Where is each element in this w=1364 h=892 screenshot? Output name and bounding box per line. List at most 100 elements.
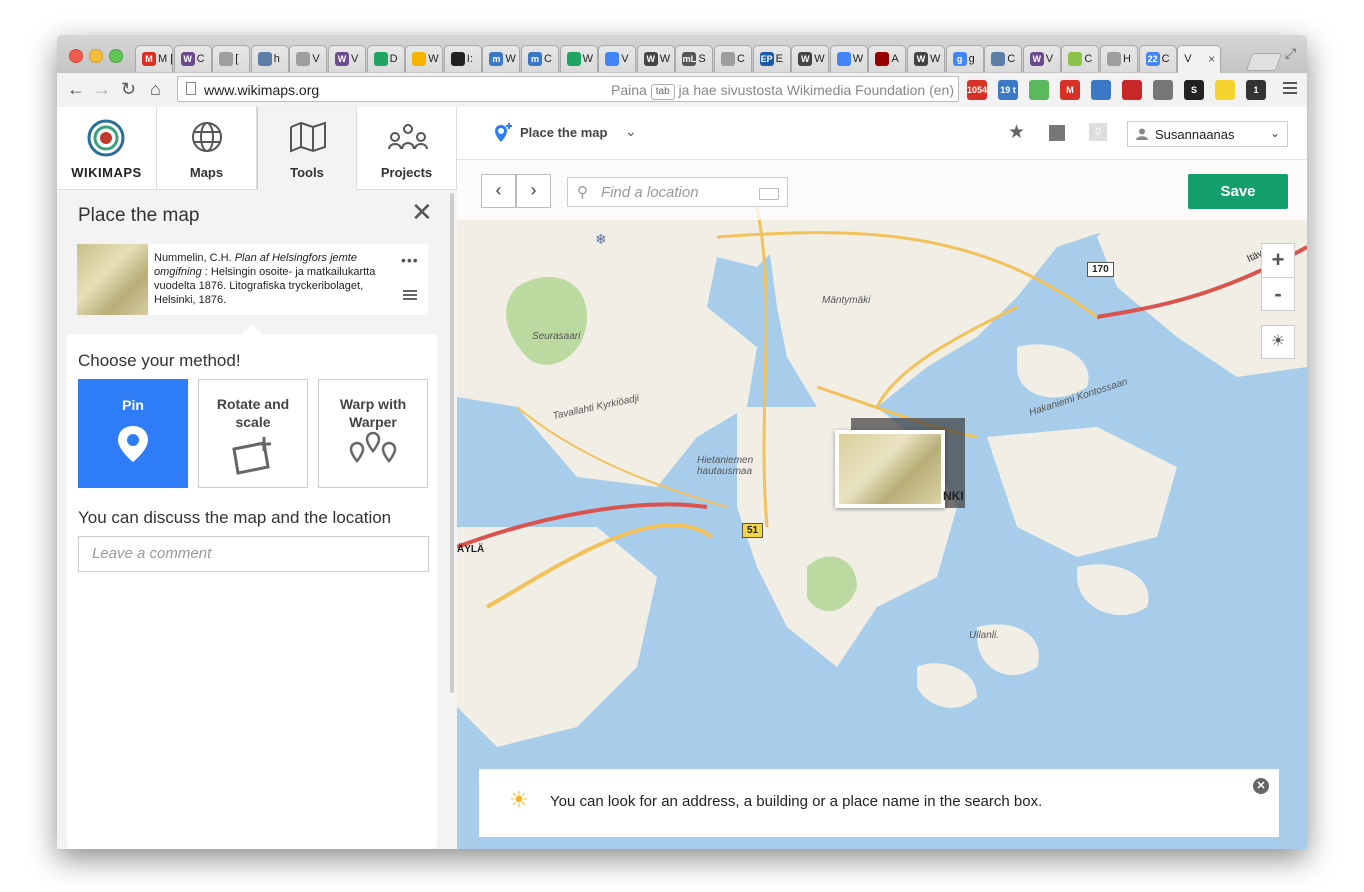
browser-tab[interactable]: MM [	[135, 45, 173, 72]
browser-tab[interactable]: h	[250, 45, 289, 72]
map-thumbnail[interactable]	[77, 244, 148, 315]
browser-tab[interactable]: gg	[945, 45, 984, 72]
tab-favicon-icon: m	[528, 52, 542, 66]
browser-tab[interactable]: [	[212, 45, 251, 72]
browser-tab[interactable]: A	[868, 45, 907, 72]
tab-title: W	[659, 52, 671, 65]
screen-icon[interactable]	[1091, 80, 1111, 100]
yellow-icon[interactable]	[1215, 80, 1235, 100]
browser-tab[interactable]: V	[289, 45, 328, 72]
browser-tab[interactable]: I:	[443, 45, 482, 72]
browser-tab[interactable]: WW	[907, 45, 945, 72]
hint-post: ja hae sivustosta Wikimedia Foundation (…	[678, 82, 954, 98]
puzzle-icon[interactable]	[1122, 80, 1142, 100]
browser-tab[interactable]: 22 C	[1138, 45, 1177, 72]
minimize-window-button[interactable]	[89, 49, 103, 63]
browser-tab[interactable]: W	[405, 45, 444, 72]
chrome-menu-icon[interactable]	[1283, 82, 1297, 97]
tab-title: V	[1184, 52, 1192, 65]
browser-tab[interactable]: mL S	[675, 45, 714, 72]
tab-tools[interactable]: Tools	[257, 107, 357, 190]
close-window-button[interactable]	[69, 49, 83, 63]
redo-button[interactable]: ›	[516, 174, 551, 208]
gmail-icon[interactable]: 1054	[967, 80, 987, 100]
tab-favicon-icon: EP	[759, 52, 774, 66]
back-icon[interactable]: ←	[67, 79, 85, 99]
browser-tab[interactable]: WV	[328, 45, 366, 72]
brightness-button[interactable]: ☀	[1261, 325, 1295, 359]
forward-icon[interactable]: →	[93, 79, 111, 99]
refresh-green-icon[interactable]	[1029, 80, 1049, 100]
browser-tab[interactable]: W	[559, 45, 598, 72]
fullscreen-icon[interactable]: ⤢	[1285, 45, 1296, 62]
stamp-icon[interactable]: S	[1184, 80, 1204, 100]
keyboard-icon[interactable]	[759, 188, 779, 200]
find-location-input[interactable]: ⚲ Find a location	[567, 177, 788, 207]
browser-tab[interactable]: mC	[521, 45, 559, 72]
browser-tab[interactable]: C	[714, 45, 752, 72]
save-button[interactable]: Save	[1188, 174, 1288, 209]
comment-input[interactable]: Leave a comment	[78, 536, 429, 572]
address-bar[interactable]: www.wikimaps.org Paina tab ja hae sivust…	[177, 76, 959, 102]
gmail-small-icon[interactable]: M	[1060, 80, 1080, 100]
browser-tab[interactable]: V	[598, 45, 637, 72]
menu-lines-icon[interactable]	[403, 290, 417, 302]
close-panel-button[interactable]: ✕	[411, 199, 433, 225]
search-icon: ⚲	[577, 184, 588, 201]
more-options-icon[interactable]: •••	[401, 252, 419, 268]
info-bar: ☀ You can look for an address, a buildin…	[479, 769, 1279, 837]
method-warp-button[interactable]: Warp with Warper	[318, 379, 428, 488]
calendar-icon[interactable]: 19 t	[998, 80, 1018, 100]
tab-favicon-icon	[296, 52, 311, 66]
label-hietaniemi: Hietaniemen hautausmaa	[697, 455, 754, 477]
method-rotate-scale-button[interactable]: Rotate and scale	[198, 379, 308, 488]
browser-tab[interactable]: H	[1100, 45, 1138, 72]
close-tab-icon[interactable]: ×	[1208, 52, 1215, 66]
tab-title: W	[505, 52, 516, 65]
star-icon[interactable]: ★	[1008, 121, 1025, 144]
tab-favicon-icon: W	[643, 52, 658, 66]
tab-title: W	[814, 52, 825, 65]
map-overlay-image[interactable]	[835, 430, 945, 508]
find-location-placeholder: Find a location	[601, 184, 699, 201]
label-seurasaari: Seurasaari	[532, 331, 581, 342]
tab-title: [	[235, 52, 239, 65]
tab-title: C	[1007, 52, 1016, 65]
close-info-button[interactable]: ✕	[1253, 778, 1269, 794]
zoom-in-button[interactable]: +	[1262, 244, 1294, 278]
place-map-label[interactable]: Place the map	[520, 125, 607, 140]
chevron-down-icon[interactable]: ⌄	[625, 123, 637, 140]
browser-tab[interactable]: WW	[636, 45, 675, 72]
browser-tab[interactable]: EP E	[752, 45, 791, 72]
browser-tab[interactable]: WC	[173, 45, 212, 72]
user-dropdown[interactable]: Susannaanas ⌄	[1127, 121, 1288, 147]
undo-button[interactable]: ‹	[481, 174, 516, 208]
tag-icon[interactable]	[1153, 80, 1173, 100]
people-icon	[388, 124, 428, 150]
tab-title: S	[698, 52, 706, 65]
sun-icon: ☀	[509, 787, 529, 812]
reload-icon[interactable]: ↻	[121, 79, 136, 99]
browser-tab[interactable]: D	[366, 45, 405, 72]
browser-tab[interactable]: mW	[482, 45, 521, 72]
map-view[interactable]: Mäntymäki Seurasaari Hietaniemen hautaus…	[457, 107, 1307, 849]
home-icon[interactable]: ⌂	[150, 79, 161, 99]
browser-tab[interactable]: WW	[791, 45, 830, 72]
copies-icon[interactable]	[1049, 125, 1065, 141]
tab-active[interactable]: V ×	[1177, 45, 1222, 73]
method-pin-button[interactable]: Pin	[78, 379, 188, 488]
zoom-out-button[interactable]: -	[1262, 278, 1294, 311]
browser-tab[interactable]: C	[1061, 45, 1100, 72]
browser-tab[interactable]: WV	[1022, 45, 1061, 72]
maximize-window-button[interactable]	[109, 49, 123, 63]
wikimaps-logo-icon	[87, 119, 125, 157]
sidebar-scrollbar[interactable]	[450, 193, 454, 693]
tab-maps[interactable]: Maps	[157, 107, 257, 189]
browser-tab[interactable]: C	[984, 45, 1023, 72]
tab-favicon-icon	[836, 52, 851, 66]
nav-logo[interactable]: WIKIMAPS	[57, 107, 157, 189]
browser-tab[interactable]: W	[829, 45, 868, 72]
new-tab-button[interactable]	[1245, 53, 1283, 71]
tab-projects[interactable]: Projects	[357, 107, 457, 189]
dark-circle-icon[interactable]: 1	[1246, 80, 1266, 100]
